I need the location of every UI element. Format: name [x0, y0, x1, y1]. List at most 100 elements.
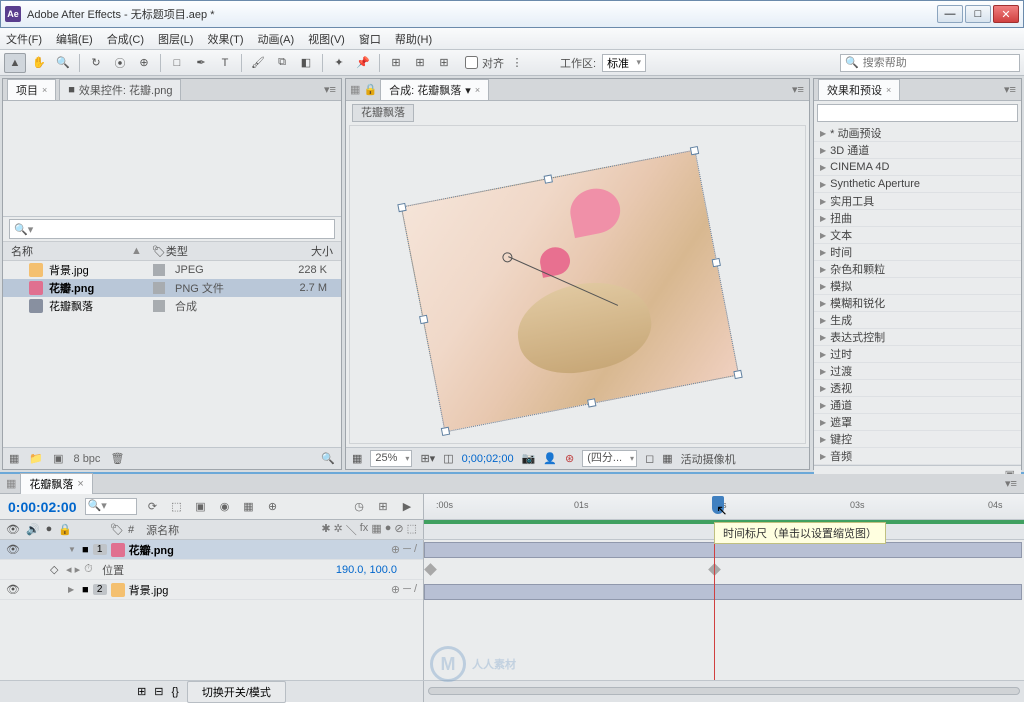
graph-editor-icon[interactable]: ▦ [241, 499, 257, 515]
transform-handle[interactable] [397, 203, 406, 212]
menu-composition[interactable]: 合成(C) [107, 31, 144, 47]
project-list[interactable]: 背景.jpg JPEG228 K 花瓣.png PNG 文件2.7 M 花瓣飘落… [3, 261, 341, 447]
menu-window[interactable]: 窗口 [359, 31, 381, 47]
local-axis-icon[interactable]: ⊞ [385, 53, 407, 73]
draft3d-icon[interactable]: ⬚ [169, 499, 185, 515]
brainstorm-icon[interactable]: ⊕ [265, 499, 281, 515]
menu-effect[interactable]: 效果(T) [207, 31, 243, 47]
effect-category[interactable]: ▶模糊和锐化 [814, 295, 1021, 312]
effect-category[interactable]: ▶扭曲 [814, 210, 1021, 227]
layer-bar[interactable] [424, 542, 1022, 558]
toggle-icon[interactable]: {} [172, 686, 179, 698]
bpc-button[interactable]: 8 bpc [74, 453, 101, 465]
effect-category[interactable]: ▶键控 [814, 431, 1021, 448]
menu-animation[interactable]: 动画(A) [258, 31, 295, 47]
pan-behind-tool[interactable]: ⊕ [133, 53, 155, 73]
interpret-icon[interactable]: ▦ [9, 452, 19, 465]
layer-list[interactable]: 👁 ▼■ 1 花瓣.png ⊕─/ ◇◂ ▸ ⏱ 位置 190.0, 100.0… [0, 540, 424, 680]
current-time[interactable]: 0:00:02:00 [8, 499, 77, 515]
transform-handle[interactable] [587, 398, 596, 407]
comp-tab[interactable]: 合成: 花瓣飘落 ▾× [380, 79, 489, 100]
toggle-icon[interactable]: ⊞ [137, 685, 146, 698]
folder-icon[interactable]: 📁 [29, 452, 43, 465]
hand-tool[interactable]: ✋ [28, 53, 50, 73]
help-search-input[interactable] [863, 57, 1015, 69]
twirl-icon[interactable]: ▶ [68, 585, 78, 594]
color-mgmt-icon[interactable]: ⊛ [565, 452, 574, 465]
comp-viewport[interactable] [349, 125, 806, 444]
effect-controls-tab[interactable]: ■ 效果控件: 花瓣.png [59, 79, 181, 100]
visibility-icon[interactable]: 👁 [6, 543, 20, 556]
effect-category[interactable]: ▶杂色和颗粒 [814, 261, 1021, 278]
project-tab[interactable]: 项目× [7, 79, 56, 100]
twirl-icon[interactable]: ▼ [68, 545, 78, 554]
keyframe-icon[interactable] [424, 563, 437, 576]
world-axis-icon[interactable]: ⊞ [409, 53, 431, 73]
close-button[interactable]: ✕ [993, 5, 1019, 23]
comp-marker-icon[interactable]: ◷ [351, 499, 367, 515]
layer-row[interactable]: 👁 ▼■ 1 花瓣.png ⊕─/ [0, 540, 423, 560]
position-value[interactable]: 190.0, 100.0 [336, 564, 397, 576]
panel-menu-icon[interactable]: ▾≡ [791, 83, 805, 96]
layer-bounding-box[interactable] [401, 149, 739, 432]
timecode-display[interactable]: 0;00;02;00 [462, 453, 514, 465]
effect-category[interactable]: ▶过渡 [814, 363, 1021, 380]
effect-category[interactable]: ▶实用工具 [814, 193, 1021, 210]
menu-view[interactable]: 视图(V) [308, 31, 345, 47]
timeline-tab[interactable]: 花瓣飘落× [20, 473, 92, 494]
frame-blend-icon[interactable]: ▣ [193, 499, 209, 515]
effect-category[interactable]: ▶通道 [814, 397, 1021, 414]
source-name-column[interactable]: 源名称 [146, 522, 179, 538]
effect-category[interactable]: ▶生成 [814, 312, 1021, 329]
property-row[interactable]: ◇◂ ▸ ⏱ 位置 190.0, 100.0 [0, 560, 423, 580]
panel-menu-icon[interactable]: ▾≡ [1004, 477, 1018, 490]
timeline-search[interactable]: 🔍▾ [85, 498, 137, 515]
effect-category[interactable]: ▶3D 通道 [814, 142, 1021, 159]
effect-category[interactable]: ▶表达式控制 [814, 329, 1021, 346]
grid-guides-icon[interactable]: ▦ [662, 452, 672, 465]
effect-category[interactable]: ▶模拟 [814, 278, 1021, 295]
transform-handle[interactable] [733, 370, 742, 379]
effect-category[interactable]: ▶过时 [814, 346, 1021, 363]
effect-category[interactable]: ▶* 动画预设 [814, 125, 1021, 142]
zoom-slider[interactable] [428, 687, 1020, 695]
panel-menu-icon[interactable]: ▾≡ [323, 83, 337, 96]
brush-tool[interactable]: 🖌 [247, 53, 269, 73]
menu-edit[interactable]: 编辑(E) [56, 31, 93, 47]
toggle-icon[interactable]: ⊟ [154, 685, 163, 698]
effect-category[interactable]: ▶音频 [814, 448, 1021, 465]
maximize-button[interactable]: □ [965, 5, 991, 23]
graph-icon[interactable]: ⊞ [375, 499, 391, 515]
delete-icon[interactable]: 🗑 [110, 452, 124, 465]
zoom-tool[interactable]: 🔍 [52, 53, 74, 73]
transform-handle[interactable] [441, 427, 450, 436]
effect-category[interactable]: ▶文本 [814, 227, 1021, 244]
transform-handle[interactable] [712, 258, 721, 267]
transform-handle[interactable] [690, 146, 699, 155]
rectangle-tool[interactable]: □ [166, 53, 188, 73]
selection-tool[interactable]: ▲ [4, 53, 26, 73]
roi-icon[interactable]: ◻ [645, 452, 654, 465]
comp-name-label[interactable]: 花瓣飘落 [352, 104, 414, 122]
new-comp-icon[interactable]: ▣ [53, 452, 63, 465]
transparency-icon[interactable]: ◫ [443, 452, 453, 465]
layer-row[interactable]: 👁 ▶■ 2 背景.jpg ⊕─/ [0, 580, 423, 600]
effect-category[interactable]: ▶Synthetic Aperture [814, 176, 1021, 193]
search-icon[interactable]: 🔍 [321, 452, 335, 465]
visibility-icon[interactable]: 👁 [6, 583, 20, 596]
resolution-icon[interactable]: ⊞▾ [420, 452, 435, 465]
effect-category[interactable]: ▶遮罩 [814, 414, 1021, 431]
effect-category[interactable]: ▶时间 [814, 244, 1021, 261]
puppet-tool[interactable]: 📌 [352, 53, 374, 73]
effects-list[interactable]: ▶* 动画预设▶3D 通道▶CINEMA 4D▶Synthetic Apertu… [814, 125, 1021, 465]
zoom-select[interactable]: 25% [370, 450, 412, 467]
project-item[interactable]: 背景.jpg JPEG228 K [3, 261, 341, 279]
roto-tool[interactable]: ✦ [328, 53, 350, 73]
menu-help[interactable]: 帮助(H) [395, 31, 432, 47]
effects-tab[interactable]: 效果和预设× [818, 79, 900, 100]
project-item[interactable]: 花瓣.png PNG 文件2.7 M [3, 279, 341, 297]
transform-handle[interactable] [544, 174, 553, 183]
camera-select[interactable]: 活动摄像机 [681, 451, 736, 467]
project-item[interactable]: 花瓣飘落 合成 [3, 297, 341, 315]
view-axis-icon[interactable]: ⊞ [433, 53, 455, 73]
